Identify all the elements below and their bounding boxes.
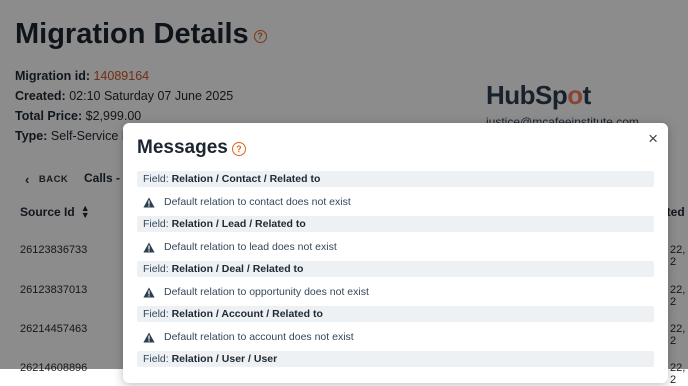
warning-icon bbox=[143, 242, 155, 252]
field-header: Field: Relation / Deal / Related to bbox=[137, 261, 654, 277]
warning-icon bbox=[143, 332, 155, 342]
modal-title: Messages ? bbox=[137, 137, 246, 159]
modal-title-text: Messages bbox=[137, 137, 228, 158]
message-item: Default relation to contact does not exi… bbox=[137, 194, 654, 210]
field-prefix: Field: bbox=[143, 263, 172, 275]
field-prefix: Field: bbox=[143, 218, 172, 230]
message-text: Default relation to account does not exi… bbox=[164, 331, 354, 343]
messages-modal: Messages ? × Field: Relation / Contact /… bbox=[123, 123, 668, 383]
field-path: Relation / Lead / Related to bbox=[171, 218, 306, 230]
field-prefix: Field: bbox=[143, 353, 172, 365]
field-prefix: Field: bbox=[143, 173, 172, 185]
message-item: Default relation to lead does not exist bbox=[137, 239, 654, 255]
help-icon[interactable]: ? bbox=[231, 142, 246, 156]
field-header: Field: Relation / Lead / Related to bbox=[137, 216, 654, 232]
field-path: Relation / Contact / Related to bbox=[171, 173, 321, 185]
close-icon[interactable]: × bbox=[648, 130, 658, 147]
warning-icon bbox=[143, 287, 155, 297]
message-item: Default relation to opportunity does not… bbox=[137, 284, 654, 300]
field-path: Relation / User / User bbox=[171, 353, 278, 365]
message-item: Default relation to account does not exi… bbox=[137, 329, 654, 345]
message-text: Default relation to opportunity does not… bbox=[164, 286, 369, 298]
field-header: Field: Relation / Account / Related to bbox=[137, 306, 654, 322]
field-header: Field: Relation / Contact / Related to bbox=[137, 171, 654, 187]
field-path: Relation / Deal / Related to bbox=[171, 263, 304, 275]
field-prefix: Field: bbox=[143, 308, 172, 320]
message-text: Default relation to contact does not exi… bbox=[164, 196, 351, 208]
field-path: Relation / Account / Related to bbox=[171, 308, 323, 320]
message-list: Field: Relation / Contact / Related to D… bbox=[137, 171, 654, 374]
message-text: Default relation to lead does not exist bbox=[164, 241, 337, 253]
warning-icon bbox=[143, 197, 155, 207]
field-header: Field: Relation / User / User bbox=[137, 351, 654, 367]
